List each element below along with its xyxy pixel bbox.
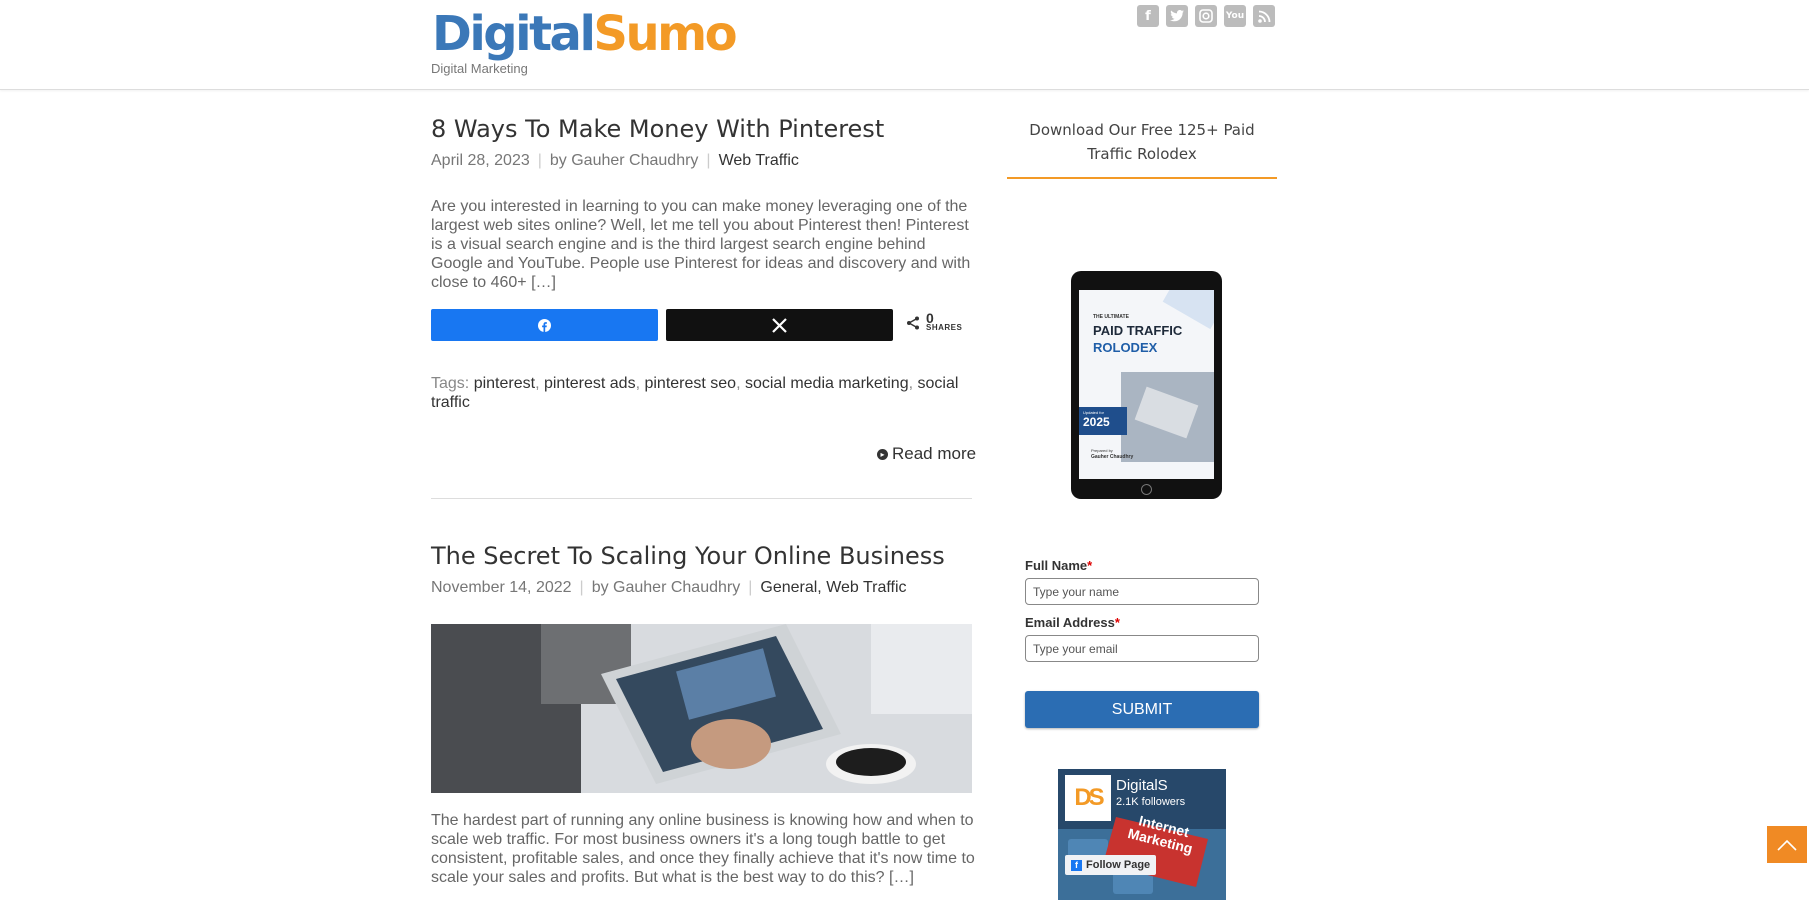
tag-link[interactable]: social media marketing — [745, 375, 909, 392]
chevron-right-icon: ▸ — [877, 448, 888, 460]
facebook-page-widget[interactable]: Internet Marketing DS DigitalS 2.1K foll… — [1058, 769, 1226, 900]
page-name[interactable]: DigitalS — [1116, 777, 1168, 794]
share-number: 0 — [926, 310, 934, 326]
site-logo[interactable]: DigitalSumo — [432, 4, 738, 64]
post-category[interactable]: General — [760, 579, 817, 596]
tag-link[interactable]: pinterest — [474, 375, 535, 392]
full-name-input[interactable]: Type your name — [1025, 578, 1259, 605]
post-excerpt: Are you interested in learning to you ca… — [431, 198, 971, 291]
twitter-icon[interactable] — [1166, 5, 1188, 27]
full-name-label: Full Name* — [1025, 558, 1093, 573]
post-featured-image[interactable] — [431, 624, 972, 793]
facebook-icon: f — [1071, 859, 1082, 871]
share-bar: 0 SHARES — [431, 309, 972, 341]
facebook-icon — [538, 318, 551, 332]
post-date: April 28, 2023 — [431, 152, 530, 169]
post-author[interactable]: by Gauher Chaudhry — [592, 579, 741, 596]
post-divider — [431, 498, 972, 499]
submit-button[interactable]: SUBMIT — [1025, 691, 1259, 728]
post-excerpt: The hardest part of running any online b… — [431, 812, 975, 886]
share-label: SHARES — [926, 323, 963, 332]
email-input[interactable]: Type your email — [1025, 635, 1259, 662]
follow-page-button[interactable]: f Follow Page — [1065, 855, 1157, 875]
ebook-cover-image: THE ULTIMATE PAID TRAFFIC ROLODEX Update… — [1071, 271, 1222, 499]
share-icon — [907, 316, 919, 330]
page-avatar: DS — [1065, 775, 1111, 821]
tablet-home-button — [1141, 484, 1152, 495]
email-label: Email Address* — [1025, 615, 1120, 630]
post-meta: November 14, 2022 | by Gauher Chaudhry | Gen… — [431, 579, 907, 596]
post-category[interactable]: Web Traffic — [719, 152, 799, 169]
post-title[interactable]: The Secret To Scaling Your Online Busine… — [431, 541, 972, 571]
follower-count: 2.1K followers — [1116, 796, 1186, 808]
x-share-button[interactable] — [666, 309, 893, 341]
tag-link[interactable]: pinterest seo — [644, 375, 736, 392]
site-tagline: Digital Marketing — [431, 61, 528, 76]
instagram-icon[interactable] — [1195, 5, 1217, 27]
read-more-link[interactable]: ▸ Read more — [877, 444, 976, 464]
post-card: The Secret To Scaling Your Online Busine… — [431, 541, 972, 597]
post-category[interactable]: Web Traffic — [826, 579, 906, 596]
post-date: November 14, 2022 — [431, 579, 572, 596]
rss-icon[interactable] — [1253, 5, 1275, 27]
social-links: f You — [1137, 5, 1275, 27]
tag-link[interactable]: pinterest ads — [544, 375, 636, 392]
site-header: DigitalSumo Digital Marketing f You — [0, 0, 1809, 90]
post-title[interactable]: 8 Ways To Make Money With Pinterest — [431, 114, 972, 144]
ebook-screen: THE ULTIMATE PAID TRAFFIC ROLODEX Update… — [1079, 290, 1214, 479]
youtube-icon[interactable]: You — [1224, 5, 1246, 27]
tags-label: Tags: — [431, 375, 470, 392]
facebook-share-button[interactable] — [431, 309, 658, 341]
x-icon — [772, 317, 787, 333]
facebook-icon[interactable]: f — [1137, 5, 1159, 27]
sidebar-title: Download Our Free 125+ Paid Traffic Rolo… — [1029, 121, 1255, 163]
post-author[interactable]: by Gauher Chaudhry — [550, 152, 699, 169]
chevron-up-icon — [1777, 839, 1797, 851]
post-tags: Tags: pinterest, pinterest ads, pinteres… — [431, 375, 959, 411]
scroll-to-top-button[interactable] — [1767, 826, 1807, 863]
sidebar-divider — [1007, 177, 1277, 179]
share-count: 0 SHARES — [906, 310, 963, 333]
post-meta: April 28, 2023 | by Gauher Chaudhry | Web Tr… — [431, 152, 799, 169]
optin-form: Full Name* Type your name Email Address*… — [1025, 558, 1259, 662]
post-card: 8 Ways To Make Money With Pinterest Apri… — [431, 114, 972, 170]
